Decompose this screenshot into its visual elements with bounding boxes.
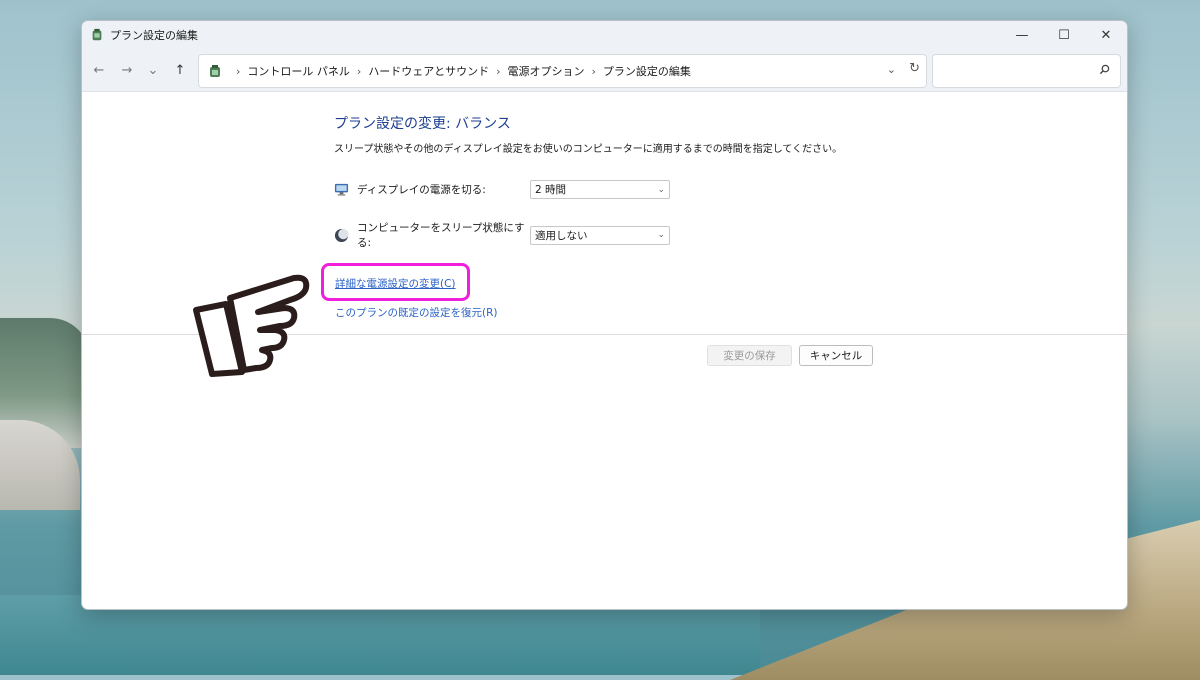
forward-arrow-icon[interactable]: → [117,60,137,80]
search-icon[interactable] [1099,64,1110,75]
display-off-label: ディスプレイの電源を切る: [357,184,486,196]
sleep-row: コンピューターをスリープ状態にする: 適用しない ⌄ [334,220,670,250]
up-arrow-icon[interactable]: ↑ [170,60,190,80]
breadcrumb-separator: › [236,64,241,78]
power-options-icon [92,28,102,41]
search-box[interactable] [932,54,1121,88]
address-bar[interactable]: › コントロール パネル › ハードウェアとサウンド › 電源オプション › プ… [198,54,927,88]
pointing-hand-icon [193,274,310,377]
display-off-row: ディスプレイの電源を切る: 2 時間 ⌄ [334,180,670,199]
title-bar[interactable]: プラン設定の編集 — ☐ ✕ [82,21,1127,49]
back-arrow-icon[interactable]: ← [89,60,109,80]
page-description: スリープ状態やその他のディスプレイ設定をお使いのコンピューターに適用するまでの時… [334,144,843,155]
close-button[interactable]: ✕ [1085,21,1127,49]
breadcrumb-hardware-sound[interactable]: ハードウェアとサウンド [368,63,489,79]
breadcrumb-power-options[interactable]: 電源オプション [508,63,585,79]
recent-locations-icon[interactable]: ⌄ [143,60,163,80]
chevron-down-icon: ⌄ [657,230,665,240]
save-changes-button[interactable]: 変更の保存 [707,345,792,366]
navigation-bar: ← → ⌄ ↑ › コントロール パネル › ハードウェアとサウンド › 電源オ… [82,49,1127,92]
breadcrumb-separator[interactable]: › [592,65,596,78]
breadcrumb-control-panel[interactable]: コントロール パネル [247,63,350,79]
control-panel-icon [210,65,220,77]
window-title: プラン設定の編集 [110,29,198,42]
minimize-button[interactable]: — [1001,21,1043,49]
maximize-button[interactable]: ☐ [1043,21,1085,49]
display-off-select[interactable]: 2 時間 ⌄ [530,180,670,199]
breadcrumb-separator[interactable]: › [496,65,500,78]
display-off-value: 2 時間 [535,184,567,196]
breadcrumb-separator[interactable]: › [357,65,361,78]
breadcrumb-edit-plan[interactable]: プラン設定の編集 [603,63,691,79]
sleep-select[interactable]: 適用しない ⌄ [530,225,670,245]
chevron-down-icon: ⌄ [657,184,665,195]
refresh-icon[interactable]: ↻ [909,61,920,76]
monitor-icon [334,183,349,196]
address-dropdown-icon[interactable]: ⌄ [887,63,896,76]
cancel-button[interactable]: キャンセル [799,345,873,366]
sleep-label: コンピューターをスリープ状態にする: [357,222,525,249]
restore-defaults-link[interactable]: このプランの既定の設定を復元(R) [335,305,498,320]
page-title: プラン設定の変更: バランス [334,116,511,132]
window-controls: — ☐ ✕ [1001,21,1127,49]
moon-icon [334,228,349,242]
sleep-value: 適用しない [535,229,588,242]
advanced-power-settings-link[interactable]: 詳細な電源設定の変更(C) [335,276,456,291]
